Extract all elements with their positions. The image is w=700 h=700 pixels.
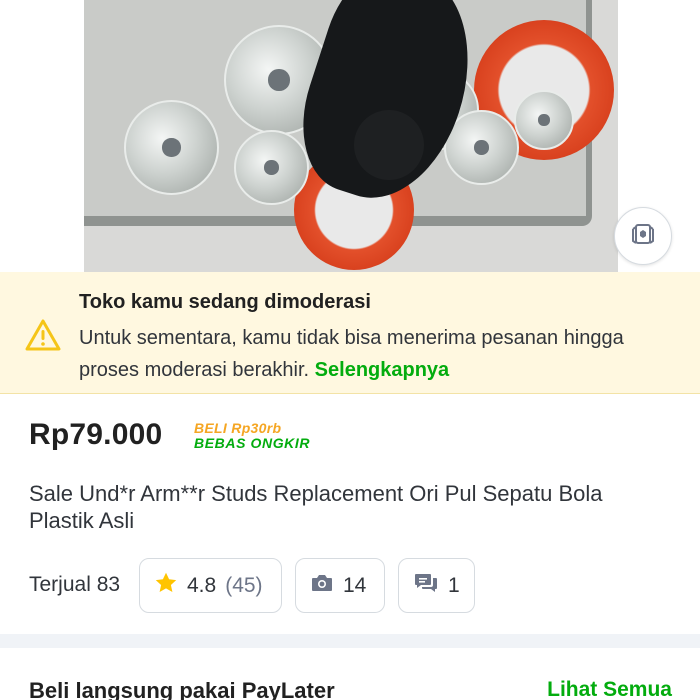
product-title: Sale Und*r Arm**r Studs Replacement Ori … bbox=[29, 481, 603, 533]
discussion-chip[interactable]: 1 bbox=[398, 558, 475, 613]
star-icon bbox=[154, 571, 178, 601]
product-price: Rp79.000 bbox=[29, 418, 163, 451]
see-all-link[interactable]: Lihat Semua bbox=[547, 678, 672, 700]
product-image[interactable] bbox=[0, 0, 700, 272]
product-photo bbox=[84, 0, 618, 272]
read-more-link[interactable]: Selengkapnya bbox=[315, 359, 450, 381]
banner-message: Untuk sementara, kamu tidak bisa menerim… bbox=[79, 322, 639, 386]
paylater-title: Beli langsung pakai PayLater bbox=[29, 678, 335, 700]
sold-count: Terjual 83 bbox=[29, 573, 121, 596]
promo-free-shipping: BEBAS ONGKIR bbox=[194, 435, 311, 451]
rating-chip[interactable]: 4.8 (45) bbox=[139, 558, 282, 613]
try-on-icon bbox=[630, 221, 656, 252]
banner-title: Toko kamu sedang dimoderasi bbox=[79, 291, 371, 313]
try-on-button[interactable] bbox=[614, 207, 672, 265]
rating-count: (45) bbox=[225, 573, 263, 597]
section-divider bbox=[0, 634, 700, 648]
warning-triangle-icon bbox=[24, 318, 62, 357]
promo-min-purchase: BELI Rp30rb bbox=[194, 420, 282, 436]
chat-bubbles-icon bbox=[413, 571, 439, 601]
photo-review-chip[interactable]: 14 bbox=[295, 558, 385, 613]
discussion-count: 1 bbox=[448, 573, 460, 597]
rating-value: 4.8 bbox=[187, 573, 217, 597]
camera-icon bbox=[310, 572, 334, 600]
photo-count: 14 bbox=[343, 573, 367, 597]
free-shipping-badge: BELI Rp30rb BEBAS ONGKIR bbox=[194, 421, 310, 451]
